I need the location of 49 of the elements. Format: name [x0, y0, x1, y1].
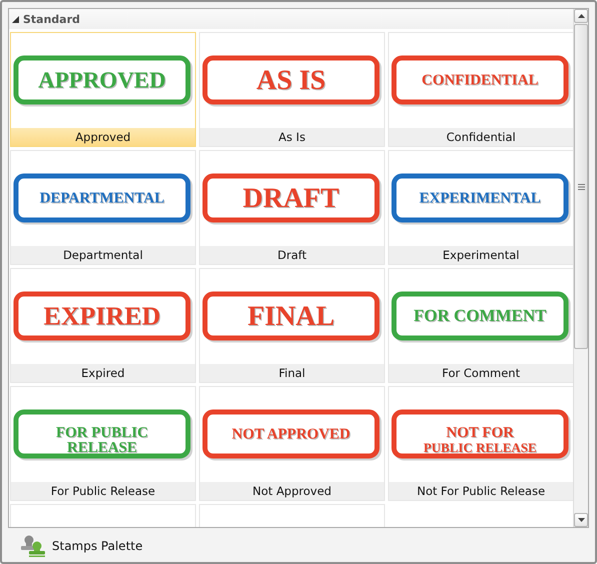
- stamp-label: Final: [200, 364, 384, 382]
- stamp-text: PUBLIC RELEASE: [423, 440, 537, 454]
- stamp-tile[interactable]: DEPARTMENTAL Departmental: [10, 150, 196, 265]
- stamp-text: EXPIRED: [44, 300, 160, 330]
- grip-icon: [578, 184, 584, 190]
- stamp-tile[interactable]: FINAL Final: [199, 268, 385, 383]
- down-arrow-icon: [578, 518, 584, 522]
- stamp-label: Not Approved: [200, 482, 384, 500]
- scrollbar[interactable]: [573, 9, 588, 527]
- stamp-text: AS IS: [256, 64, 326, 96]
- stamp-tile[interactable]: DRAFT Draft: [199, 150, 385, 265]
- stamp-tile[interactable]: NOT APPROVED Not Approved: [199, 386, 385, 501]
- stamp-label: For Public Release: [11, 482, 195, 500]
- palette-title: Stamps Palette: [52, 539, 143, 553]
- stamp-text: NOT APPROVED: [232, 426, 350, 442]
- stamp-text: APPROVED: [38, 66, 166, 92]
- stamp-label: Confidential: [389, 128, 573, 146]
- stamp-label: Departmental: [11, 246, 195, 264]
- stamp-label: Draft: [200, 246, 384, 264]
- stamp-tile[interactable]: FOR PUBLIC RELEASE For Public Release: [10, 386, 196, 501]
- section-title: Standard: [23, 12, 80, 26]
- up-arrow-icon: [578, 14, 584, 18]
- collapse-arrow-icon[interactable]: [12, 16, 19, 22]
- stamp-label: As Is: [200, 128, 384, 146]
- stamp-text: FINAL: [247, 300, 335, 332]
- stamp-tile[interactable]: AS IS As Is: [199, 32, 385, 147]
- stamp-tile[interactable]: EXPERIMENTAL Experimental: [388, 150, 573, 265]
- stamp-text: DRAFT: [242, 182, 340, 214]
- stamps-icon: [20, 535, 46, 557]
- stamp-label: Experimental: [389, 246, 573, 264]
- stamp-tile[interactable]: APPROVED Approved: [10, 32, 196, 147]
- stamp-label: Expired: [11, 364, 195, 382]
- stamp-text: FOR PUBLIC: [56, 424, 148, 440]
- scroll-down-button[interactable]: [574, 513, 588, 527]
- stamp-tile[interactable]: CONFIDENTIAL Confidential: [388, 32, 573, 147]
- stamp-text: NOT FOR: [446, 424, 514, 440]
- stamp-text: CONFIDENTIAL: [422, 72, 538, 88]
- stamp-label: For Comment: [389, 364, 573, 382]
- stamp-tile[interactable]: NOT FOR PUBLIC RELEASE Not For Public Release: [388, 386, 573, 501]
- stamp-tile[interactable]: EXPIRED Expired: [10, 268, 196, 383]
- stamp-text: EXPERIMENTAL: [419, 190, 541, 206]
- stamp-label: Approved: [11, 128, 195, 146]
- scroll-thumb[interactable]: [574, 24, 588, 349]
- scroll-up-button[interactable]: [574, 9, 588, 23]
- stamp-text: RELEASE: [66, 440, 138, 456]
- stamp-text: FOR COMMENT: [414, 306, 546, 325]
- stamp-text: DEPARTMENTAL: [40, 190, 164, 206]
- stamp-tile[interactable]: FOR COMMENT For Comment: [388, 268, 573, 383]
- stamp-label: Not For Public Release: [389, 482, 573, 500]
